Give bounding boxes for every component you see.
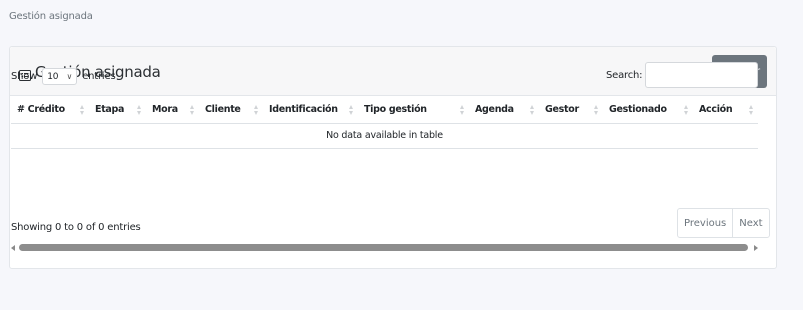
sort-icon	[80, 105, 84, 115]
sort-icon	[749, 105, 753, 115]
search-control: Search:	[606, 62, 759, 88]
column-header-stage[interactable]: Etapa	[89, 97, 146, 124]
column-header-identification[interactable]: Identificación	[263, 97, 358, 124]
table-row: No data available in table	[11, 123, 758, 149]
management-table: # Crédito Etapa Mora Cliente Identificac…	[11, 97, 758, 149]
column-header-client[interactable]: Cliente	[199, 97, 263, 124]
scrollbar-thumb[interactable]	[19, 244, 748, 251]
previous-button[interactable]: Previous	[678, 209, 734, 237]
show-label: Show	[11, 71, 38, 82]
entries-length-value: 10	[47, 71, 59, 82]
entries-length-control: Show 10 ∨ entries	[11, 68, 116, 85]
sort-icon	[254, 105, 258, 115]
column-header-managed[interactable]: Gestionado	[603, 97, 693, 124]
breadcrumb: Gestión asignada	[9, 11, 93, 22]
sort-icon	[594, 105, 598, 115]
pagination: Previous Next	[677, 208, 770, 238]
table-header-row: # Crédito Etapa Mora Cliente Identificac…	[11, 97, 758, 124]
sort-icon	[349, 105, 353, 115]
table-info: Showing 0 to 0 of 0 entries	[11, 222, 141, 233]
sort-icon	[460, 105, 464, 115]
scroll-right-icon[interactable]	[754, 245, 758, 251]
empty-table-message: No data available in table	[11, 123, 758, 149]
column-header-management-type[interactable]: Tipo gestión	[358, 97, 469, 124]
entries-label: entries	[82, 71, 116, 82]
column-header-action[interactable]: Acción	[693, 97, 758, 124]
sort-icon	[137, 105, 141, 115]
search-label: Search:	[606, 69, 643, 81]
column-header-credit[interactable]: # Crédito	[11, 97, 89, 124]
sort-icon	[190, 105, 194, 115]
column-header-agenda[interactable]: Agenda	[469, 97, 539, 124]
column-header-collector[interactable]: Gestor	[539, 97, 603, 124]
sort-icon	[530, 105, 534, 115]
horizontal-scrollbar[interactable]	[11, 243, 758, 253]
column-header-arrears[interactable]: Mora	[146, 97, 199, 124]
entries-length-select[interactable]: 10 ∨	[42, 68, 78, 85]
sort-icon	[684, 105, 688, 115]
next-button[interactable]: Next	[733, 209, 768, 237]
search-input[interactable]	[645, 62, 759, 88]
chevron-down-icon: ∨	[66, 72, 73, 81]
scroll-left-icon[interactable]	[11, 245, 15, 251]
